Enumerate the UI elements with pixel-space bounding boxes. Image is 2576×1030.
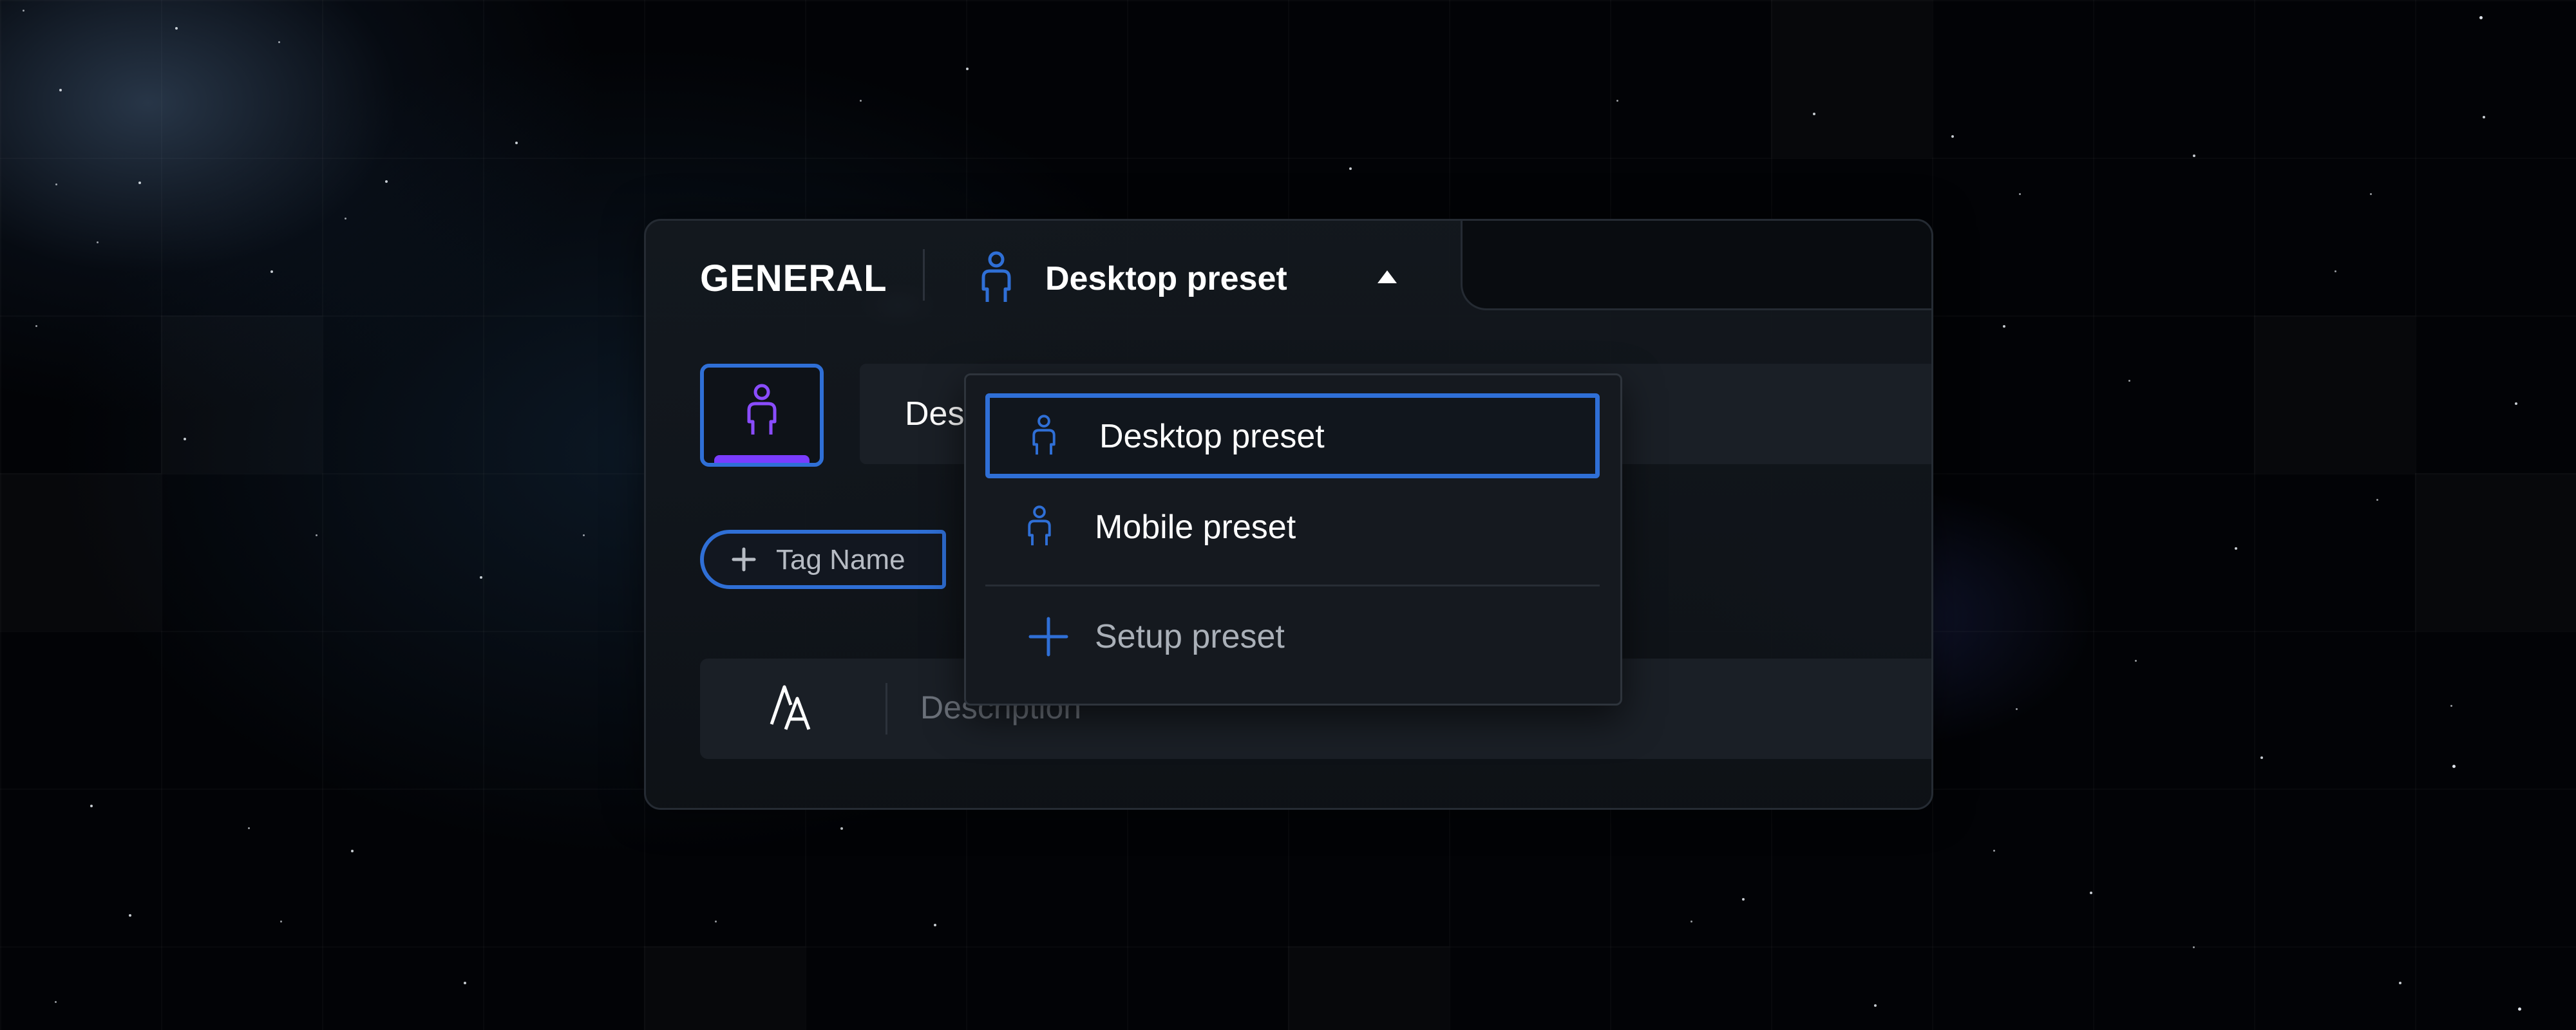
background-tile [161,315,322,473]
star [1690,921,1692,922]
star [2260,756,2263,759]
star [2019,193,2021,195]
star [97,241,99,243]
background-tile [1771,0,1932,158]
star [2399,982,2401,984]
star [2135,660,2137,662]
star [90,805,93,807]
star [55,1001,57,1003]
dropdown-item-desktop-preset[interactable]: Desktop preset [985,393,1600,478]
person-icon [1030,413,1058,461]
tabbar-empty-area [1461,221,1931,310]
background-tile [2415,473,2576,631]
star [345,218,346,220]
star [2376,499,2378,501]
section-title: GENERAL [700,258,887,299]
star [2334,270,2336,272]
description-divider [886,683,887,735]
star [1616,100,1618,102]
setup-preset-label: Setup preset [1095,618,1285,655]
plus-icon [1028,616,1069,660]
dropdown-item-mobile-preset[interactable]: Mobile preset [985,485,1600,570]
background-tile [2254,315,2415,473]
star [860,100,862,102]
star [2003,325,2005,328]
dropdown-item-label: Desktop preset [1099,418,1325,455]
star [2518,1007,2521,1011]
star [1951,135,1954,138]
selected-preset-label: Desktop preset [1045,260,1287,297]
star [385,180,388,183]
star [2128,380,2130,382]
star [2370,193,2372,195]
tag-name-label: Tag Name [776,544,905,576]
star [23,10,24,12]
star [2016,708,2018,710]
star [351,850,354,852]
star [316,534,317,536]
star [515,142,518,144]
star [248,827,250,829]
star [2090,892,2092,894]
avatar-picker[interactable] [700,364,824,467]
dropdown-separator [985,585,1600,586]
avatar-accent-bar [714,455,810,463]
star [583,534,585,536]
background-tile [644,946,805,1030]
dropdown-item-label: Mobile preset [1095,509,1296,546]
star [2452,765,2456,768]
star [55,183,57,185]
star [175,27,178,30]
star [278,41,280,43]
star [2479,16,2483,19]
font-size-icon[interactable] [768,683,819,737]
star [2515,402,2517,405]
star [138,182,141,184]
star [2483,116,2485,118]
star [934,924,936,926]
tabbar-divider [923,249,925,301]
caret-up-icon[interactable] [1378,270,1397,283]
dropdown-setup-preset-button[interactable]: Setup preset [985,594,1600,679]
star [129,914,131,917]
person-icon [978,250,1014,308]
star [184,438,186,440]
star [2450,705,2452,707]
add-tag-button[interactable]: Tag Name [700,530,946,589]
star [1874,1004,1877,1007]
star [480,576,482,579]
star [1993,850,1995,852]
star [2193,946,2195,948]
background-tile [1288,946,1449,1030]
star [2235,547,2237,550]
star [280,921,282,922]
person-icon [744,383,780,441]
star [1813,113,1815,115]
star [270,270,273,273]
star [35,325,37,327]
star [2193,154,2195,157]
star [59,89,62,91]
star [840,827,843,830]
star [1742,898,1745,901]
star [966,68,969,70]
plus-icon [731,547,757,575]
preset-dropdown-trigger[interactable]: Desktop preset [974,247,1444,304]
star [464,982,466,984]
star [715,921,717,922]
card-tabbar: GENERAL Desktop preset [646,221,1931,311]
person-icon [1025,504,1054,552]
background-tile [0,473,161,631]
star [1349,167,1352,170]
preset-dropdown-menu: Desktop preset Mobile preset Setup prese… [964,373,1622,706]
